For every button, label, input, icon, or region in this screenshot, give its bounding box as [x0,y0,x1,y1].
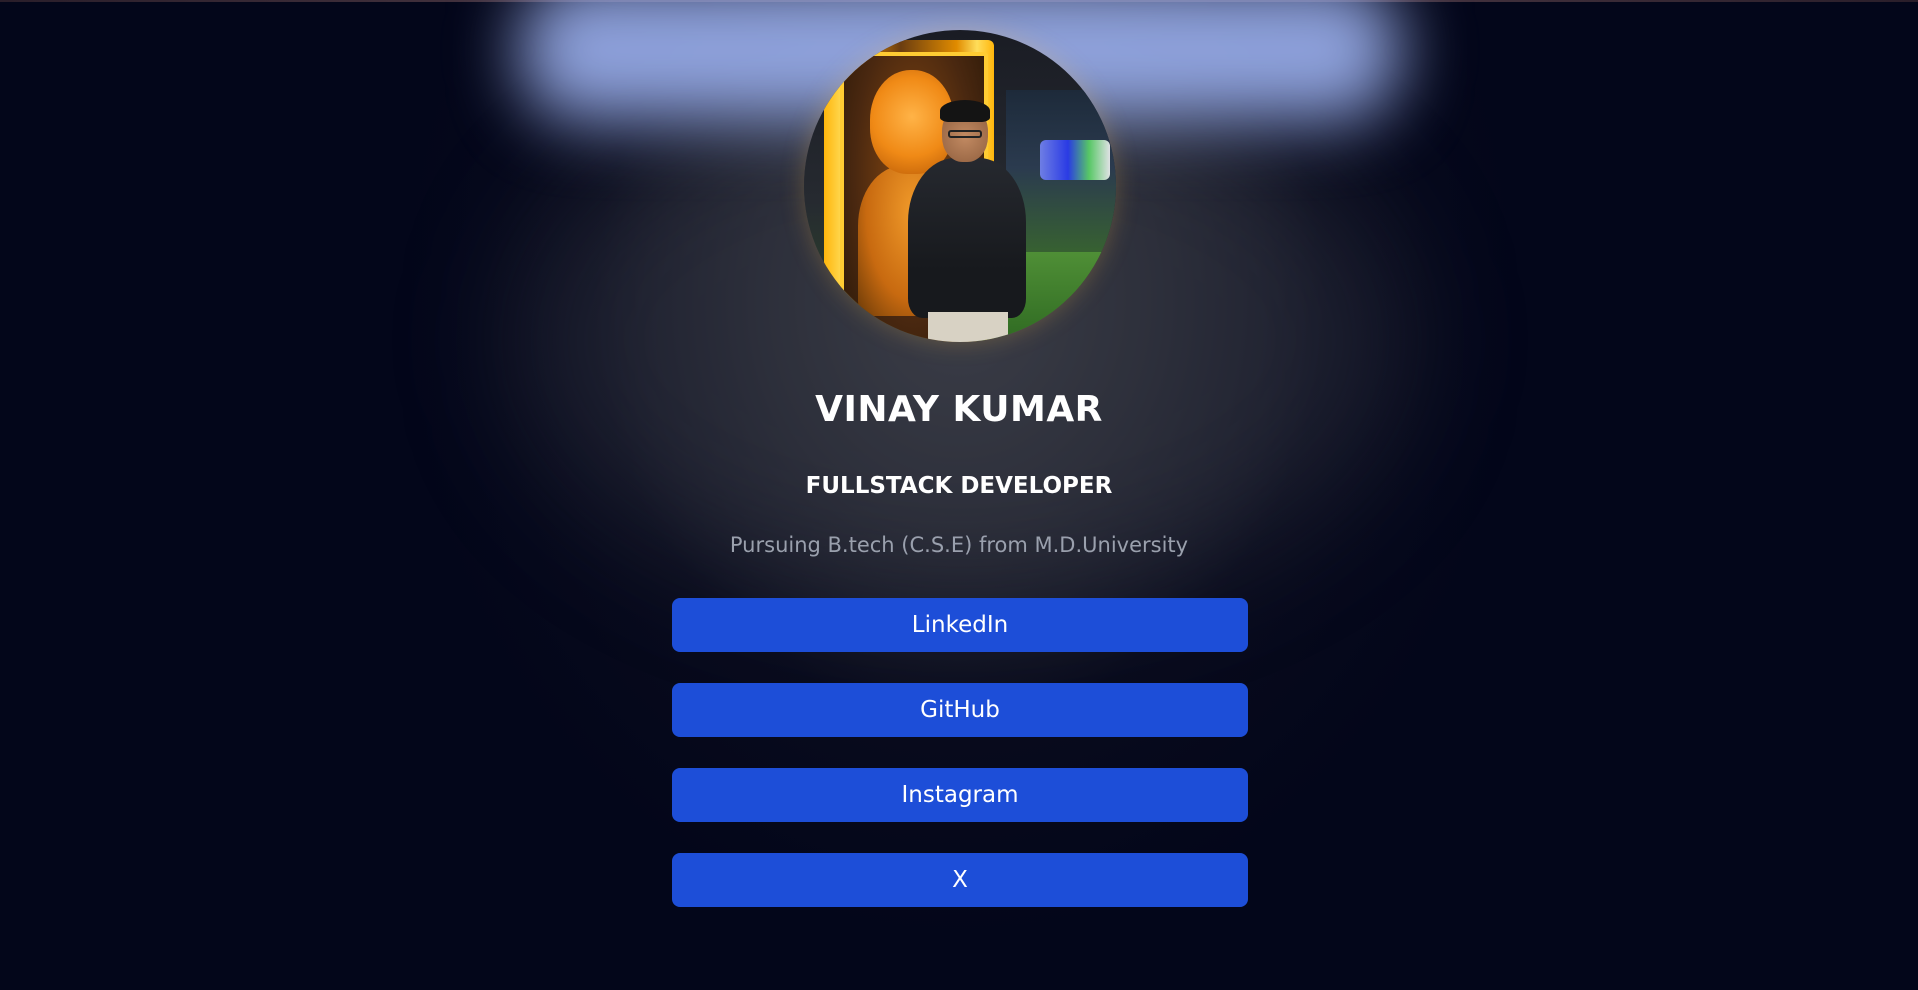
github-button[interactable]: GitHub [672,683,1248,737]
linkedin-button[interactable]: LinkedIn [672,598,1248,652]
profile-role: FULLSTACK DEVELOPER [805,473,1113,499]
social-links: LinkedIn GitHub Instagram X [672,598,1248,938]
profile-name: VINAY KUMAR [815,389,1103,430]
instagram-button[interactable]: Instagram [672,768,1248,822]
profile-page: VINAY KUMAR FULLSTACK DEVELOPER Pursuing… [0,0,1918,990]
x-button[interactable]: X [672,853,1248,907]
profile-avatar [804,30,1116,342]
profile-education: Pursuing B.tech (C.S.E) from M.D.Univers… [729,533,1189,557]
